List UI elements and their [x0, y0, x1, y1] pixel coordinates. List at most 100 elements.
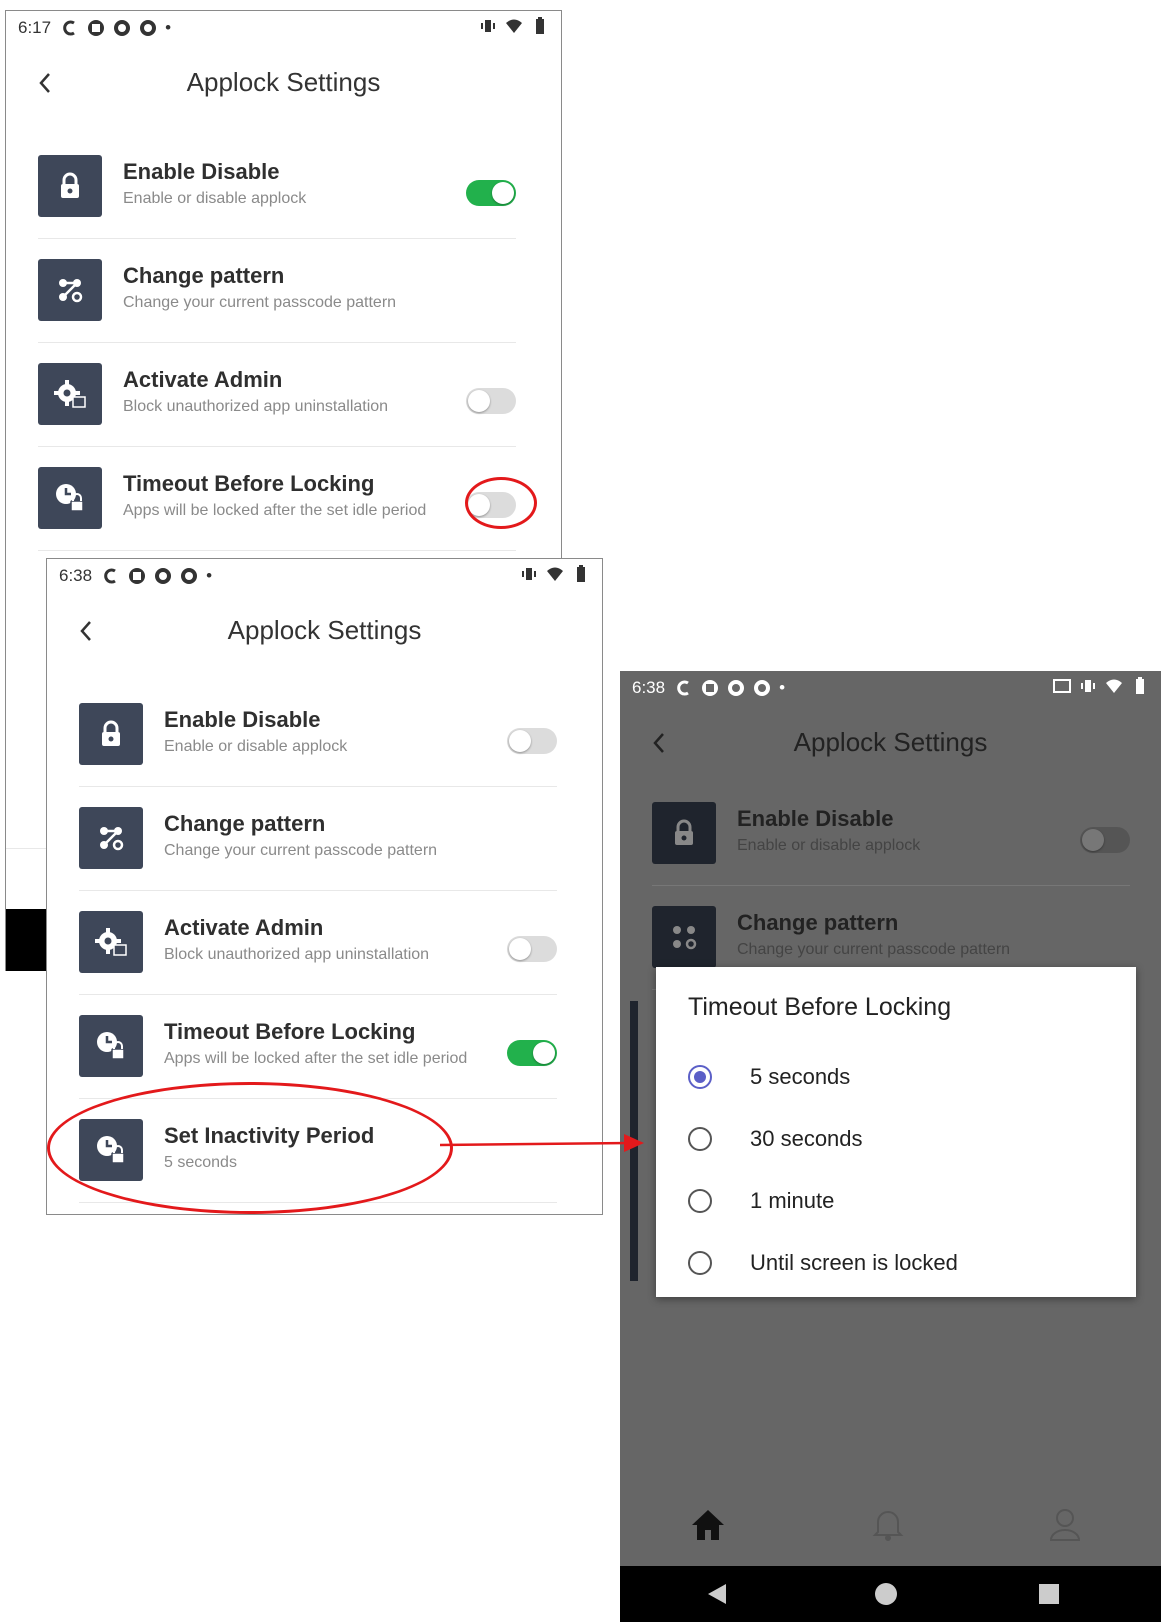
bottom-navigation: [620, 1486, 1161, 1566]
admin-gear-icon: [38, 363, 102, 425]
setting-row-change-pattern[interactable]: Change pattern Change your current passc…: [79, 786, 557, 891]
screenshot-step-3: 6:38 • Applock Settings Enable Disable E…: [620, 671, 1161, 1622]
setting-row-timeout[interactable]: Timeout Before Locking Apps will be lock…: [38, 446, 516, 551]
battery-icon: [1136, 677, 1144, 694]
app-c-icon: [104, 568, 116, 584]
person-icon: [1049, 1509, 1081, 1541]
option-until-screen-locked[interactable]: Until screen is locked: [688, 1233, 1118, 1293]
app-notification-icon: [181, 568, 198, 584]
row-subtitle: Block unauthorized app uninstallation: [123, 398, 389, 415]
setting-row-enable-disable[interactable]: Enable Disable Enable or disable applock: [38, 134, 516, 239]
wifi-icon: [506, 19, 522, 33]
setting-row-activate-admin[interactable]: Activate Admin Block unauthorized app un…: [38, 342, 516, 447]
radio-unselected[interactable]: [688, 1127, 712, 1151]
row-subtitle: Enable or disable applock: [123, 190, 307, 207]
clock-lock-icon: [38, 467, 102, 529]
radio-unselected[interactable]: [688, 1189, 712, 1213]
app-notification-icon: [88, 20, 105, 36]
app-c-icon: [63, 20, 75, 36]
system-navigation-bar: [620, 1566, 1161, 1622]
row-subtitle: Change your current passcode pattern: [737, 941, 1011, 958]
row-subtitle: Change your current passcode pattern: [164, 842, 438, 859]
row-subtitle: Apps will be locked after the set idle p…: [164, 1050, 468, 1067]
app-notification-icon: [702, 680, 719, 696]
nav-home-button[interactable]: [874, 1582, 898, 1611]
status-bar: 6:38 •: [620, 671, 1161, 705]
activate-admin-toggle[interactable]: [466, 388, 516, 414]
app-c-icon: [677, 680, 689, 696]
option-1-minute[interactable]: 1 minute: [688, 1171, 1118, 1231]
wifi-icon: [547, 567, 563, 581]
vibrate-icon: [522, 568, 536, 580]
option-label: 30 seconds: [750, 1126, 863, 1151]
nav-back-button[interactable]: [706, 1582, 728, 1611]
app-notification-icon: [728, 680, 745, 696]
more-notifications-icon: •: [165, 18, 172, 37]
lock-icon: [79, 703, 143, 765]
bell-icon: [872, 1511, 904, 1541]
setting-row-timeout[interactable]: Timeout Before Locking Apps will be lock…: [79, 994, 557, 1099]
app-notification-icon: [140, 20, 157, 36]
row-title: Activate Admin: [123, 367, 283, 392]
row-title: Timeout Before Locking: [164, 1019, 416, 1044]
admin-gear-icon: [79, 911, 143, 973]
pattern-icon: [38, 259, 102, 321]
pattern-icon: [79, 807, 143, 869]
setting-row-enable-disable[interactable]: Enable Disable Enable or disable applock: [652, 781, 1130, 886]
square-recents-icon: [1039, 1584, 1059, 1604]
row-title: Timeout Before Locking: [123, 471, 375, 496]
app-notification-icon: [129, 568, 146, 584]
page-title: Applock Settings: [793, 727, 988, 757]
nav-profile[interactable]: [1048, 1508, 1082, 1547]
setting-row-enable-disable[interactable]: Enable Disable Enable or disable applock: [79, 682, 557, 787]
enable-disable-toggle[interactable]: [507, 728, 557, 754]
setting-row-change-pattern[interactable]: Change pattern Change your current passc…: [38, 238, 516, 343]
timeout-toggle[interactable]: [507, 1040, 557, 1066]
vibrate-icon: [481, 20, 495, 32]
row-title: Enable Disable: [164, 707, 321, 732]
vibrate-icon: [1081, 680, 1095, 692]
triangle-back-icon: [708, 1584, 726, 1604]
row-title: Activate Admin: [164, 915, 324, 940]
row-subtitle: 5 seconds: [164, 1154, 237, 1171]
nav-home[interactable]: [690, 1508, 726, 1547]
page-title: Applock Settings: [227, 615, 422, 645]
enable-disable-toggle[interactable]: [1080, 827, 1130, 853]
clock-lock-icon: [79, 1119, 143, 1181]
more-notifications-icon: •: [779, 678, 786, 697]
status-bar: 6:38 •: [47, 559, 602, 593]
app-notification-icon: [754, 680, 771, 696]
row-title: Enable Disable: [123, 159, 280, 184]
nav-notifications[interactable]: [872, 1508, 904, 1547]
timeout-dialog: Timeout Before Locking 5 seconds 30 seco…: [656, 967, 1136, 1297]
lock-icon: [38, 155, 102, 217]
more-notifications-icon: •: [206, 566, 213, 585]
enable-disable-toggle[interactable]: [466, 180, 516, 206]
row-title: Change pattern: [123, 263, 285, 288]
screenshot-step-2: 6:38 • Applock Settings Enable Disable E…: [46, 558, 603, 1215]
status-bar: 6:17 •: [6, 11, 561, 45]
status-time: 6:17: [18, 18, 52, 37]
pattern-icon: [652, 906, 716, 968]
nav-recents-button[interactable]: [1038, 1583, 1060, 1610]
row-subtitle: Change your current passcode pattern: [123, 294, 397, 311]
row-title: Enable Disable: [737, 806, 894, 831]
cast-icon: [1053, 679, 1071, 693]
row-subtitle: Block unauthorized app uninstallation: [164, 946, 430, 963]
radio-selected[interactable]: [688, 1065, 712, 1089]
row-subtitle: Enable or disable applock: [164, 738, 348, 755]
battery-icon: [536, 17, 544, 34]
dialog-title: Timeout Before Locking: [688, 993, 952, 1021]
setting-row-activate-admin[interactable]: Activate Admin Block unauthorized app un…: [79, 890, 557, 995]
wifi-icon: [1106, 679, 1122, 693]
radio-unselected[interactable]: [688, 1251, 712, 1275]
row-subtitle: Enable or disable applock: [737, 837, 921, 854]
timeout-toggle[interactable]: [466, 492, 516, 518]
home-icon: [692, 1510, 724, 1540]
lock-icon: [652, 802, 716, 864]
row-subtitle: Apps will be locked after the set idle p…: [123, 502, 427, 519]
option-30-seconds[interactable]: 30 seconds: [688, 1109, 1118, 1169]
option-5-seconds[interactable]: 5 seconds: [688, 1047, 1118, 1107]
activate-admin-toggle[interactable]: [507, 936, 557, 962]
row-title: Change pattern: [164, 811, 326, 836]
